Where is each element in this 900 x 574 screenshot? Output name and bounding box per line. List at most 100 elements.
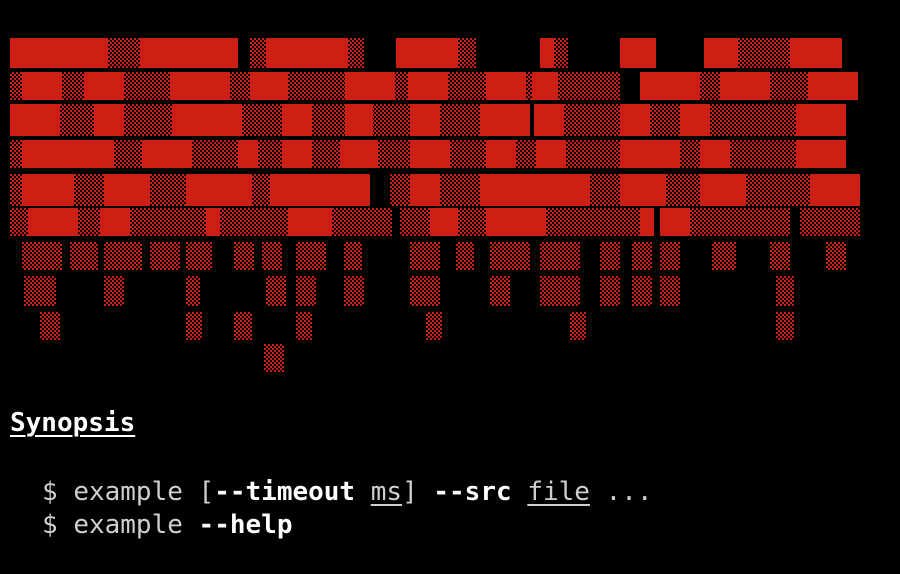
banner-shaded-block bbox=[680, 140, 700, 168]
banner-shaded-block bbox=[660, 276, 680, 306]
banner-shaded-block bbox=[490, 242, 530, 270]
banner-shaded-block bbox=[600, 276, 620, 306]
banner-solid-block bbox=[660, 208, 690, 236]
banner-shaded-block bbox=[632, 242, 652, 270]
timeout-argument: ms bbox=[370, 477, 403, 507]
banner-solid-block bbox=[486, 72, 526, 100]
banner-shaded-block bbox=[296, 312, 312, 340]
banner-shaded-block bbox=[332, 208, 392, 236]
open-bracket: [ bbox=[198, 477, 215, 507]
redrum-banner bbox=[10, 38, 860, 372]
banner-shaded-block bbox=[150, 242, 180, 270]
banner-shaded-block bbox=[220, 208, 288, 236]
banner-shaded-block bbox=[296, 242, 326, 270]
banner-shaded-block bbox=[710, 104, 796, 136]
banner-solid-block bbox=[94, 104, 124, 136]
banner-solid-block bbox=[640, 208, 654, 236]
banner-solid-block bbox=[22, 174, 74, 206]
banner-solid-block bbox=[140, 38, 238, 68]
banner-solid-block bbox=[266, 38, 348, 68]
banner-shaded-block bbox=[516, 140, 536, 168]
banner-solid-block bbox=[430, 208, 458, 236]
banner-shaded-block bbox=[450, 140, 486, 168]
banner-shaded-block bbox=[440, 104, 480, 136]
banner-solid-block bbox=[540, 38, 554, 68]
banner-shaded-block bbox=[776, 312, 794, 340]
banner-shaded-block bbox=[60, 104, 94, 136]
banner-shaded-block bbox=[78, 208, 100, 236]
banner-shaded-block bbox=[150, 174, 186, 206]
ellipsis: ... bbox=[605, 477, 653, 507]
banner-shaded-block bbox=[312, 140, 340, 168]
banner-solid-block bbox=[170, 72, 230, 100]
banner-shaded-block bbox=[264, 344, 284, 372]
banner-solid-block bbox=[282, 104, 312, 136]
banner-solid-block bbox=[396, 38, 458, 68]
src-option: --src bbox=[433, 477, 512, 507]
banner-shaded-block bbox=[192, 140, 238, 168]
banner-shaded-block bbox=[344, 242, 362, 270]
banner-solid-block bbox=[620, 104, 650, 136]
banner-solid-block bbox=[480, 104, 530, 136]
banner-shaded-block bbox=[600, 242, 620, 270]
banner-solid-block bbox=[790, 38, 842, 68]
banner-solid-block bbox=[796, 140, 846, 168]
command-name: example bbox=[73, 510, 183, 540]
banner-solid-block bbox=[700, 174, 746, 206]
banner-shaded-block bbox=[770, 242, 790, 270]
banner-shaded-block bbox=[104, 242, 142, 270]
banner-shaded-block bbox=[124, 104, 172, 136]
banner-solid-block bbox=[172, 104, 242, 136]
banner-shaded-block bbox=[632, 276, 652, 306]
banner-shaded-block bbox=[540, 242, 580, 270]
banner-shaded-block bbox=[262, 242, 282, 270]
banner-solid-block bbox=[410, 174, 440, 206]
close-bracket: ] bbox=[402, 477, 418, 507]
banner-shaded-block bbox=[770, 72, 808, 100]
banner-shaded-block bbox=[490, 276, 510, 306]
banner-solid-block bbox=[536, 140, 566, 168]
banner-solid-block bbox=[206, 208, 220, 236]
banner-shaded-block bbox=[104, 276, 124, 306]
command-line-2: $ example --help bbox=[42, 509, 292, 541]
banner-shaded-block bbox=[746, 174, 810, 206]
banner-shaded-block bbox=[700, 72, 720, 100]
banner-solid-block bbox=[10, 38, 108, 68]
banner-solid-block bbox=[410, 140, 450, 168]
banner-shaded-block bbox=[456, 242, 474, 270]
banner-shaded-block bbox=[448, 72, 486, 100]
banner-solid-block bbox=[104, 174, 150, 206]
timeout-option: --timeout bbox=[214, 477, 356, 507]
help-option: --help bbox=[198, 510, 293, 540]
prompt-symbol: $ bbox=[42, 510, 58, 540]
banner-shaded-block bbox=[660, 242, 680, 270]
banner-solid-block bbox=[22, 140, 114, 168]
banner-shaded-block bbox=[296, 276, 316, 306]
banner-solid-block bbox=[270, 174, 370, 206]
banner-solid-block bbox=[796, 104, 846, 136]
banner-shaded-block bbox=[10, 208, 28, 236]
banner-shaded-block bbox=[390, 174, 410, 206]
banner-shaded-block bbox=[540, 276, 580, 306]
command-name: example bbox=[73, 477, 183, 507]
banner-solid-block bbox=[142, 140, 192, 168]
banner-shaded-block bbox=[395, 72, 408, 100]
banner-shaded-block bbox=[666, 174, 700, 206]
banner-shaded-block bbox=[440, 174, 480, 206]
banner-solid-block bbox=[620, 174, 666, 206]
banner-shaded-block bbox=[40, 312, 60, 340]
banner-solid-block bbox=[620, 38, 656, 68]
banner-solid-block bbox=[84, 72, 124, 100]
banner-shaded-block bbox=[62, 72, 84, 100]
banner-shaded-block bbox=[690, 208, 790, 236]
banner-shaded-block bbox=[234, 312, 252, 340]
banner-shaded-block bbox=[800, 208, 860, 236]
banner-shaded-block bbox=[400, 208, 430, 236]
banner-shaded-block bbox=[378, 140, 410, 168]
banner-shaded-block bbox=[10, 174, 22, 206]
banner-shaded-block bbox=[312, 104, 345, 136]
banner-shaded-block bbox=[230, 72, 250, 100]
banner-shaded-block bbox=[373, 104, 410, 136]
banner-shaded-block bbox=[250, 38, 266, 68]
banner-shaded-block bbox=[554, 38, 568, 68]
